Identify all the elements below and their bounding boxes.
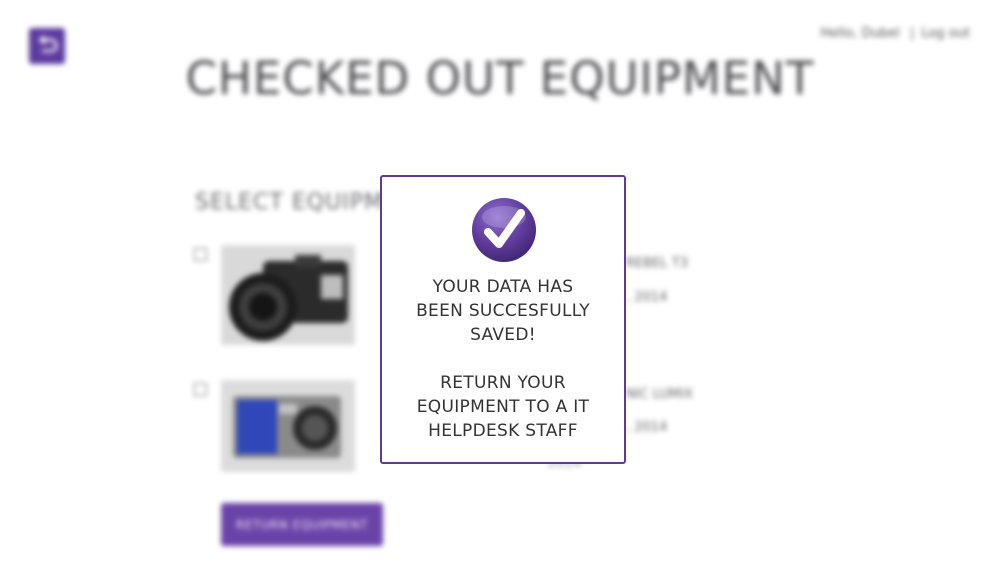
section-heading: SELECT EQUIPME xyxy=(195,190,399,215)
success-modal: YOUR DATA HAS BEEN SUCCESFULLY SAVED! RE… xyxy=(380,175,626,464)
return-instructions-line-1: RETURN YOUR xyxy=(440,373,566,393)
checkmark-circle-icon xyxy=(472,198,536,262)
page-title: CHECKED OUT EQUIPMENT xyxy=(185,52,815,105)
equipment-name-2: NIC LUMIX xyxy=(626,387,693,402)
equipment-date-1: , 2014 xyxy=(626,290,668,305)
camera-dslr-image xyxy=(223,247,353,343)
saved-message: YOUR DATA HAS BEEN SUCCESFULLY SAVED! xyxy=(382,275,624,347)
saved-message-line-3: SAVED! xyxy=(470,325,536,345)
equipment-date-2: , 2014 xyxy=(626,420,668,435)
equipment-name-1: REBEL T3 xyxy=(626,256,688,271)
user-bar: Hello, Dubel | Log out xyxy=(820,26,970,41)
saved-message-line-1: YOUR DATA HAS xyxy=(432,277,574,297)
saved-message-line-2: BEEN SUCCESFULLY xyxy=(416,301,590,321)
equipment-checkbox-2[interactable] xyxy=(194,383,207,396)
return-instructions-line-3: HELPDESK STAFF xyxy=(428,421,578,441)
return-equipment-button[interactable]: RETURN EQUIPMENT xyxy=(221,503,383,546)
camera-compact-image xyxy=(223,382,353,470)
equipment-image-camera-dslr xyxy=(221,245,355,345)
user-greeting: Hello, Dubel xyxy=(820,26,900,41)
screen: Hello, Dubel | Log out CHECKED OUT EQUIP… xyxy=(0,0,1000,578)
return-instructions: RETURN YOUR EQUIPMENT TO A IT HELPDESK S… xyxy=(382,371,624,443)
equipment-image-camera-compact xyxy=(221,380,355,472)
user-bar-separator: | xyxy=(909,26,915,41)
equipment-checkbox-1[interactable] xyxy=(194,248,207,261)
return-instructions-line-2: EQUIPMENT TO A IT xyxy=(416,397,590,417)
logout-link[interactable]: Log out xyxy=(921,26,970,41)
